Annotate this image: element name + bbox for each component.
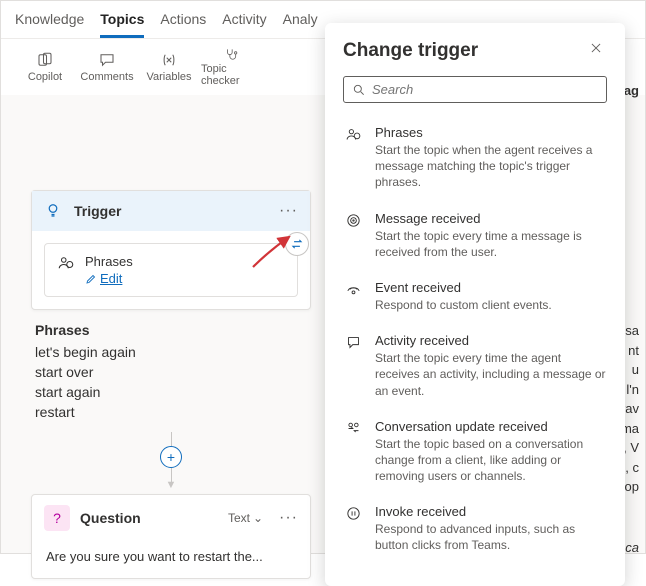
trigger-option-message[interactable]: Message received Start the topic every ti…	[343, 203, 607, 272]
toolbar-topicchecker-label: Topic checker	[201, 63, 261, 87]
chevron-down-icon: ⌄	[253, 511, 263, 525]
question-title: Question	[80, 510, 218, 526]
option-name: Message received	[375, 211, 607, 226]
right-fragment-top: ag	[624, 81, 639, 101]
variables-icon	[160, 51, 178, 69]
question-type-dropdown[interactable]: Text ⌄	[228, 511, 263, 525]
trigger-header: Trigger ···	[32, 191, 310, 231]
question-body: Are you sure you want to restart the...	[32, 541, 310, 578]
toolbar-comments-label: Comments	[80, 71, 133, 83]
bulb-icon	[44, 201, 64, 221]
toolbar-topic-checker[interactable]: Topic checker	[201, 47, 261, 87]
phrase-line: restart	[35, 402, 307, 422]
option-desc: Respond to advanced inputs, such as butt…	[375, 521, 607, 553]
trigger-option-activity[interactable]: Activity received Start the topic every t…	[343, 325, 607, 411]
question-header: ? Question Text ⌄ ···	[32, 495, 310, 541]
option-name: Phrases	[375, 125, 607, 140]
phrases-header: Phrases	[35, 322, 307, 338]
trigger-node[interactable]: Trigger ··· Phrases Edit	[31, 190, 311, 310]
trigger-title: Trigger	[74, 203, 269, 219]
chat-bubble-icon	[343, 333, 363, 399]
node-connector: + ▼	[31, 426, 311, 494]
arrowhead-icon: ▼	[166, 482, 177, 488]
close-icon	[589, 41, 603, 55]
target-icon	[343, 211, 363, 260]
stethoscope-icon	[222, 47, 240, 61]
broadcast-icon	[343, 280, 363, 313]
option-desc: Start the topic every time the agent rec…	[375, 350, 607, 399]
tab-topics[interactable]: Topics	[100, 11, 144, 38]
question-type-label: Text	[228, 511, 250, 525]
panel-title: Change trigger	[343, 40, 585, 62]
trigger-option-invoke[interactable]: Invoke received Respond to advanced input…	[343, 496, 607, 565]
option-name: Conversation update received	[375, 419, 607, 434]
tab-actions[interactable]: Actions	[160, 11, 206, 38]
phrase-line: start over	[35, 362, 307, 382]
phrase-line: let's begin again	[35, 342, 307, 362]
copilot-icon	[36, 51, 54, 69]
change-trigger-panel: Change trigger Phrases Start the topic wh…	[325, 23, 625, 586]
trigger-search-input[interactable]	[343, 76, 607, 103]
trigger-more-menu[interactable]: ···	[279, 202, 298, 220]
tab-knowledge[interactable]: Knowledge	[15, 11, 84, 38]
search-field[interactable]	[372, 82, 598, 97]
swap-icon	[290, 237, 304, 251]
toolbar-variables-label: Variables	[146, 71, 191, 83]
toolbar-comments[interactable]: Comments	[77, 47, 137, 87]
pause-circle-icon	[343, 504, 363, 553]
option-name: Event received	[375, 280, 552, 295]
option-name: Activity received	[375, 333, 607, 348]
option-desc: Respond to custom client events.	[375, 297, 552, 313]
tab-analytics[interactable]: Analy	[283, 11, 318, 38]
search-icon	[352, 83, 366, 97]
trigger-type-label: Phrases	[85, 254, 133, 269]
trigger-option-event[interactable]: Event received Respond to custom client e…	[343, 272, 607, 325]
question-node[interactable]: ? Question Text ⌄ ··· Are you sure you w…	[31, 494, 311, 579]
people-swap-icon	[343, 419, 363, 485]
phrases-preview: Phrases let's begin again start over sta…	[31, 310, 311, 426]
pencil-icon	[85, 273, 97, 285]
trigger-phrases-card[interactable]: Phrases Edit	[44, 243, 298, 297]
option-desc: Start the topic when the agent receives …	[375, 142, 607, 191]
option-name: Invoke received	[375, 504, 607, 519]
change-trigger-button[interactable]	[285, 232, 309, 256]
person-chat-icon	[343, 125, 363, 191]
close-panel-button[interactable]	[585, 39, 607, 62]
comment-icon	[98, 51, 116, 69]
add-node-button[interactable]: +	[160, 446, 182, 468]
tab-activity[interactable]: Activity	[222, 11, 266, 38]
option-desc: Start the topic every time a message is …	[375, 228, 607, 260]
trigger-option-phrases[interactable]: Phrases Start the topic when the agent re…	[343, 117, 607, 203]
toolbar-copilot-label: Copilot	[28, 71, 62, 83]
edit-label: Edit	[100, 271, 122, 286]
edit-phrases-link[interactable]: Edit	[85, 271, 133, 286]
toolbar-variables[interactable]: Variables	[139, 47, 199, 87]
trigger-option-conversation-update[interactable]: Conversation update received Start the to…	[343, 411, 607, 497]
option-desc: Start the topic based on a conversation …	[375, 436, 607, 485]
person-chat-icon	[57, 254, 75, 275]
phrase-line: start again	[35, 382, 307, 402]
question-more-menu[interactable]: ···	[279, 509, 298, 527]
toolbar-copilot[interactable]: Copilot	[15, 47, 75, 87]
question-mark-icon: ?	[44, 505, 70, 531]
